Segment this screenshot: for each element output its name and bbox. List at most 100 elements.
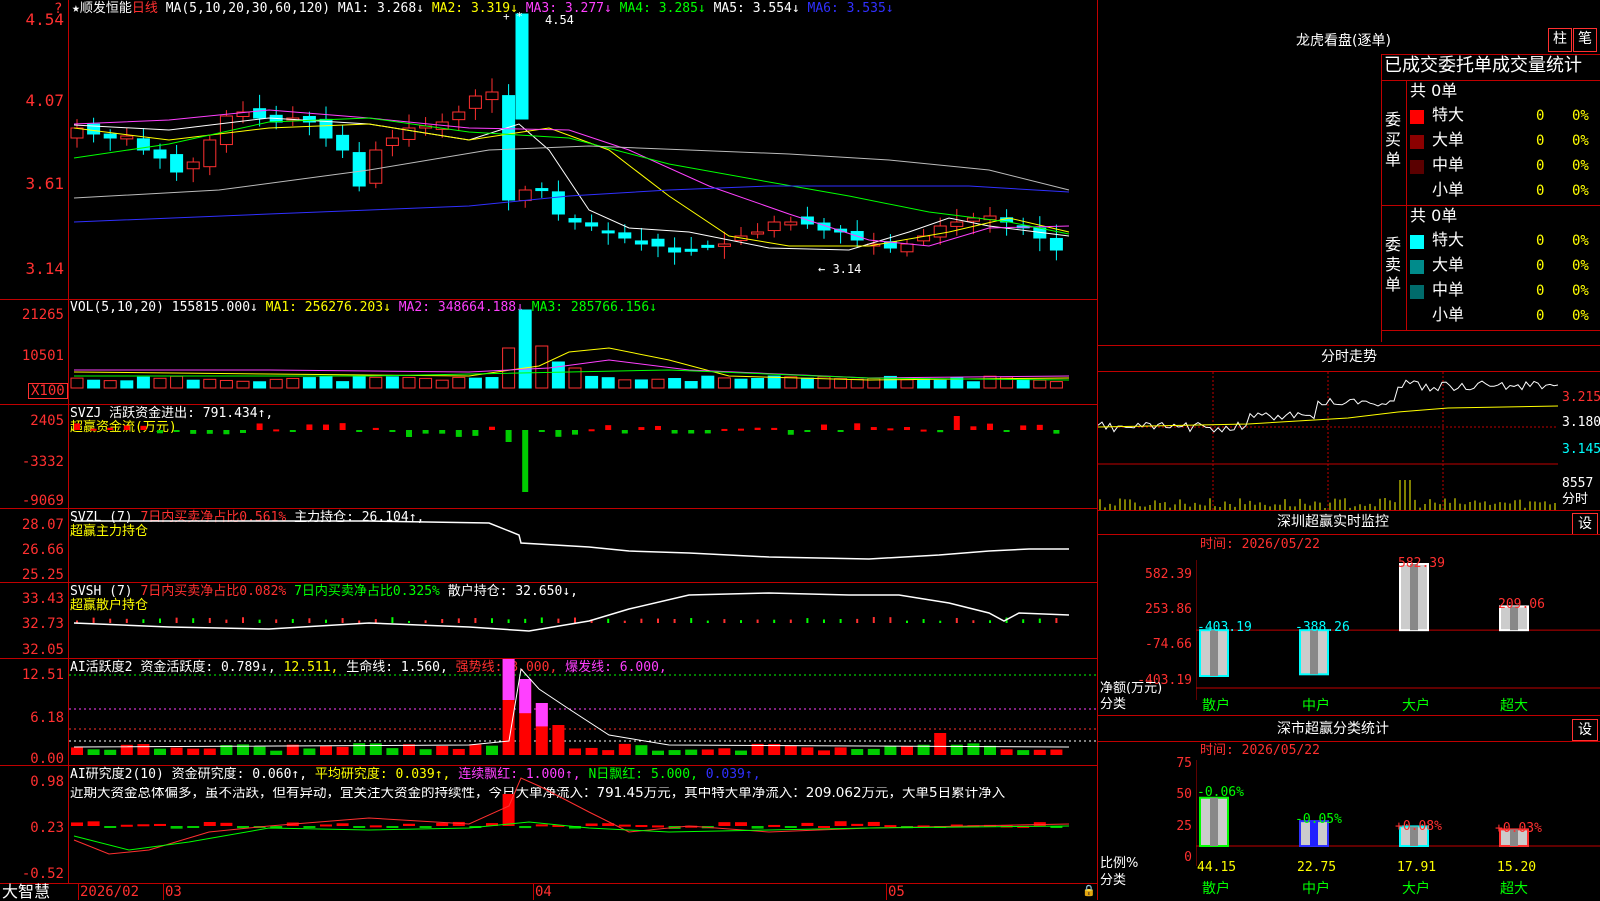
class-change-1: -0.06% [1197, 785, 1244, 800]
class-top-border [1098, 715, 1600, 716]
brand-label: 大智慧 [2, 882, 51, 901]
research-bar [419, 826, 432, 828]
volume-bar [1033, 379, 1047, 389]
volume-bar [834, 378, 848, 389]
candle-body [585, 222, 599, 227]
y-label-svzj-1: 2405 [30, 413, 64, 429]
order-count: 0 [1536, 283, 1545, 299]
fund-flow-bar [422, 430, 429, 434]
research-bar [618, 824, 631, 827]
fund-flow-bar [522, 430, 529, 492]
fund-flow-bar [356, 430, 363, 432]
fund-flow-bar [273, 429, 280, 432]
volume-bar [800, 377, 814, 389]
y-label-ai1-1: 12.51 [21, 667, 64, 683]
research-bar [735, 822, 747, 826]
candle-body [70, 127, 84, 139]
minute-vol: 8557 [1562, 476, 1594, 491]
y-label-price-1: 4.54 [25, 10, 64, 29]
monitor-y-3: -74.66 [1145, 637, 1192, 652]
retail-tick [524, 618, 527, 623]
research-bar [436, 822, 449, 826]
activity-bar [1000, 749, 1013, 755]
candlestick-chart[interactable]: + * [69, 0, 1097, 298]
fund-flow-bar [455, 430, 462, 437]
timeline-label-4: 05 [888, 884, 905, 900]
class-header-border [1098, 741, 1600, 742]
activity-bar [486, 745, 498, 755]
order-count: 0 [1536, 233, 1545, 249]
retail-tick [872, 617, 875, 623]
research-bar [519, 826, 532, 829]
minute-chart[interactable] [1098, 372, 1558, 510]
retail-tick [175, 617, 178, 623]
activity-bar [834, 747, 847, 755]
research-bar [834, 821, 847, 826]
monitor-cat-4: 超大 [1500, 698, 1528, 714]
fund-flow-bar [904, 427, 910, 430]
vol-unit-button[interactable]: X100 [28, 383, 68, 399]
retail-tick [856, 618, 859, 623]
order-percent: 0% [1572, 158, 1589, 174]
fund-flow-bar [489, 426, 495, 430]
retail-tick [491, 618, 493, 623]
svzl-chart [74, 520, 1069, 560]
activity-bar [685, 749, 698, 755]
activity-bar [901, 746, 913, 755]
volume-bar [236, 380, 250, 389]
retail-tick [906, 620, 908, 623]
lock-icon[interactable]: 🔒 [1082, 885, 1096, 896]
chart-area[interactable]: ★顺发恒能日线 MA(5,10,20,30,60,120) MA1: 3.268… [0, 0, 1098, 900]
activity-bar [137, 744, 150, 755]
spike-marker: + * [503, 10, 523, 23]
tick-mode-button[interactable]: 笔 [1573, 28, 1597, 52]
volume-bar [917, 378, 931, 389]
activity-bar [635, 745, 648, 755]
fund-flow-bar [90, 428, 97, 431]
research-bar [535, 824, 548, 827]
retail-tick [557, 618, 560, 623]
y-label-svzl-1: 28.07 [21, 517, 64, 533]
retail-tick [242, 617, 244, 623]
fund-flow-bar [538, 430, 545, 432]
volume-bar [203, 378, 217, 389]
fund-flow-bar [738, 428, 744, 431]
activity-bar [303, 748, 316, 755]
volume-bar [485, 377, 499, 389]
monitor-value-4: 209.06 [1498, 597, 1545, 612]
activity-bar [270, 750, 283, 755]
fund-flow-bar [937, 430, 944, 433]
fund-flow-bar [804, 430, 811, 432]
candle-body [153, 149, 167, 159]
candle-body [369, 149, 383, 184]
research-bar [818, 825, 830, 828]
volume-bar [269, 378, 283, 389]
fund-flow-bar [389, 430, 396, 432]
activity-bar [403, 744, 415, 755]
monitor-settings-button[interactable]: 设 [1572, 513, 1598, 535]
fund-flow-bar [704, 430, 711, 434]
retail-tick [1038, 618, 1041, 623]
candle-body [535, 188, 549, 192]
activity-bar [336, 746, 349, 755]
candle-body [518, 189, 532, 202]
class-settings-button[interactable]: 设 [1572, 719, 1598, 741]
retail-tick [972, 620, 975, 623]
research-bar [403, 823, 415, 826]
retail-tick [740, 620, 742, 623]
fund-flow-bar [870, 427, 877, 430]
activity-bar [602, 750, 615, 755]
volume-bar [634, 379, 648, 389]
fund-flow-bar [887, 428, 894, 431]
class-cat-2: 中户 [1302, 881, 1330, 897]
activity-bar [735, 750, 747, 755]
volume-bar [385, 376, 399, 389]
fund-flow-bar [256, 423, 263, 430]
fund-flow-bar [970, 426, 977, 430]
order-percent: 0% [1572, 283, 1589, 299]
research-bar [170, 826, 183, 829]
class-y-2: 50 [1176, 787, 1192, 802]
retail-tick [192, 618, 195, 623]
order-percent: 0% [1572, 133, 1589, 149]
bar-mode-button[interactable]: 柱 [1548, 28, 1572, 52]
